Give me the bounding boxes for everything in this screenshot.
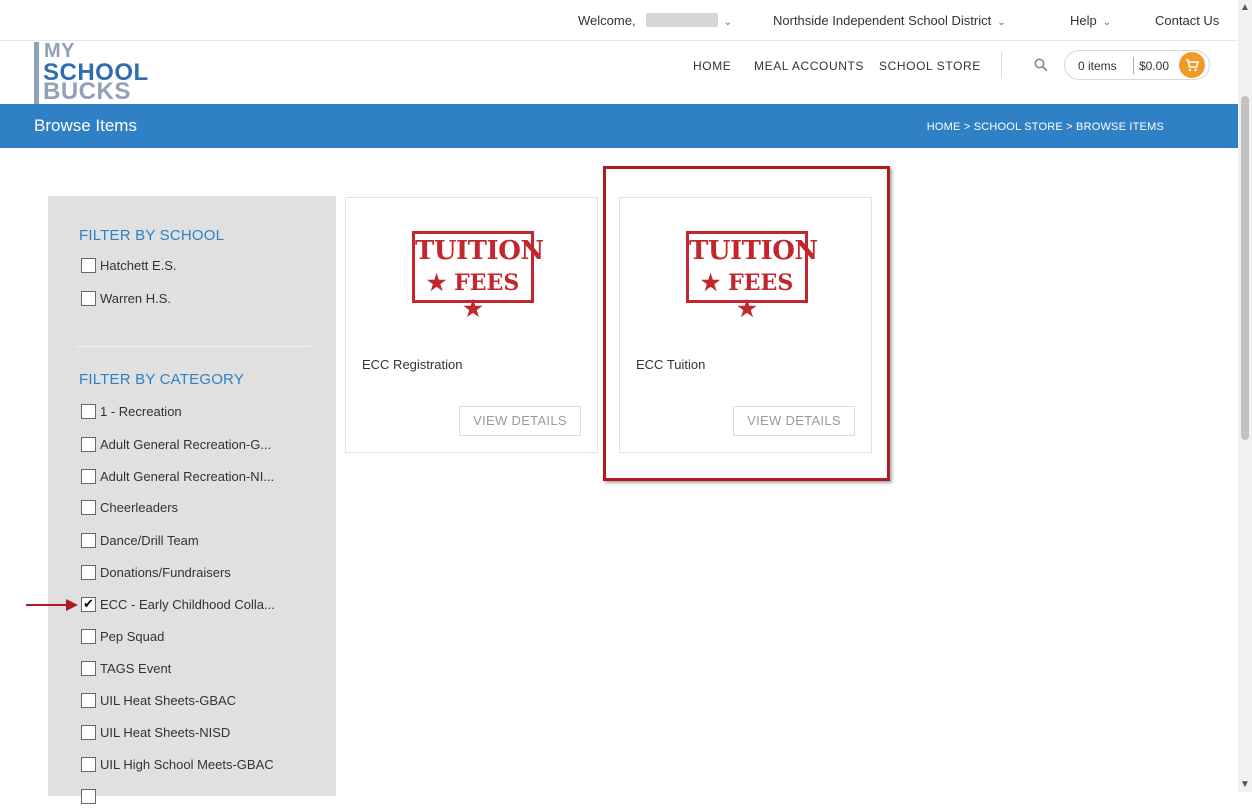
checkbox-label: ECC - Early Childhood Colla...	[100, 597, 275, 612]
shopping-cart-icon	[1186, 59, 1200, 72]
breadcrumb[interactable]: HOME > SCHOOL STORE > BROWSE ITEMS	[927, 121, 1164, 133]
nav-school-store[interactable]: SCHOOL STORE	[879, 59, 981, 73]
welcome-menu[interactable]: Welcome, ⌄	[578, 13, 732, 28]
filter-school-heading: FILTER BY SCHOOL	[79, 227, 225, 244]
checkbox[interactable]	[81, 291, 96, 306]
district-menu[interactable]: Northside Independent School District ⌄	[773, 13, 1006, 28]
filter-category-heading: FILTER BY CATEGORY	[79, 371, 245, 388]
chevron-down-icon: ⌄	[723, 17, 732, 28]
page-title: Browse Items	[34, 116, 137, 135]
checkbox-label: UIL High School Meets-GBAC	[100, 757, 274, 772]
annotation-highlight-box	[603, 166, 890, 481]
nav-meal-accounts[interactable]: MEAL ACCOUNTS	[754, 59, 864, 73]
tuition-fees-image: TUITION ★ FEES ★	[412, 231, 544, 322]
checkbox-label: Warren H.S.	[100, 291, 172, 306]
stamp-text-line2: ★ FEES ★	[426, 270, 520, 322]
district-label: Northside Independent School District	[773, 13, 992, 28]
checkbox-checked[interactable]	[81, 596, 96, 612]
checkbox-label: 1 - Recreation	[100, 404, 182, 419]
view-details-button[interactable]: VIEW DETAILS	[459, 406, 581, 436]
checkbox[interactable]	[81, 500, 96, 515]
checkbox[interactable]	[81, 565, 96, 580]
contact-us-link[interactable]: Contact Us	[1155, 13, 1219, 28]
checkbox-label: TAGS Event	[100, 661, 172, 676]
checkbox[interactable]	[81, 404, 96, 419]
checkbox[interactable]	[81, 757, 96, 772]
scroll-down-icon[interactable]: ▼	[1240, 779, 1250, 790]
checkbox-label: Adult General Recreation-G...	[100, 437, 272, 452]
logo-bar	[34, 42, 39, 104]
checkbox[interactable]	[81, 437, 96, 452]
stamp-text-line1: TUITION	[415, 236, 544, 266]
checkbox[interactable]	[81, 693, 96, 708]
checkbox[interactable]	[81, 533, 96, 548]
chevron-down-icon: ⌄	[997, 17, 1006, 28]
checkbox-label: Hatchett E.S.	[100, 258, 177, 273]
cart-button[interactable]	[1179, 52, 1205, 78]
help-label: Help	[1070, 13, 1097, 28]
checkbox[interactable]	[81, 258, 96, 273]
checkbox-label: Pep Squad	[100, 629, 165, 644]
checkbox[interactable]	[81, 789, 96, 804]
cart-divider	[1133, 57, 1134, 74]
filter-divider	[76, 346, 310, 347]
checkbox[interactable]	[81, 469, 96, 484]
checkbox-label: Cheerleaders	[100, 500, 179, 515]
checkbox-label: Donations/Fundraisers	[100, 565, 231, 580]
checkbox-label: UIL Heat Sheets-GBAC	[100, 693, 237, 708]
cart-widget[interactable]: 0 items $0.00	[1064, 50, 1210, 80]
welcome-label: Welcome,	[578, 13, 636, 28]
cart-item-count: 0 items	[1078, 59, 1117, 73]
page-scrollbar[interactable]: ▲ ▼	[1238, 0, 1252, 792]
cart-total: $0.00	[1139, 59, 1170, 73]
nav-divider	[1001, 52, 1002, 78]
checkbox[interactable]	[81, 661, 96, 676]
filter-sidebar: FILTER BY SCHOOL Hatchett E.S. Warren H.…	[48, 196, 336, 804]
redacted-username	[645, 13, 718, 27]
utility-bar: Welcome, ⌄ Northside Independent School D…	[0, 0, 1238, 41]
checkbox-label: Adult General Recreation-NI...	[100, 469, 275, 484]
product-card-ecc-registration[interactable]: TUITION ★ FEES ★ ECC Registration VIEW D…	[345, 197, 598, 453]
logo-text-bucks: BUCKS	[43, 78, 131, 105]
search-icon[interactable]	[1034, 58, 1048, 72]
help-menu[interactable]: Help ⌄	[1070, 13, 1111, 28]
checkbox-label: UIL Heat Sheets-NISD	[100, 725, 231, 740]
annotation-arrow-icon	[26, 599, 78, 611]
chevron-down-icon: ⌄	[1102, 17, 1112, 28]
myschoolbucks-logo[interactable]: MY SCHOOL BUCKS	[34, 40, 164, 105]
scrollbar-thumb[interactable]	[1241, 96, 1249, 440]
scroll-up-icon[interactable]: ▲	[1240, 2, 1250, 13]
checkbox[interactable]	[81, 725, 96, 740]
product-name[interactable]: ECC Registration	[362, 357, 462, 372]
page-title-bar: Browse Items HOME > SCHOOL STORE > BROWS…	[0, 104, 1238, 148]
checkbox-label: Dance/Drill Team	[100, 533, 199, 548]
checkbox[interactable]	[81, 629, 96, 644]
nav-home[interactable]: HOME	[693, 59, 731, 73]
